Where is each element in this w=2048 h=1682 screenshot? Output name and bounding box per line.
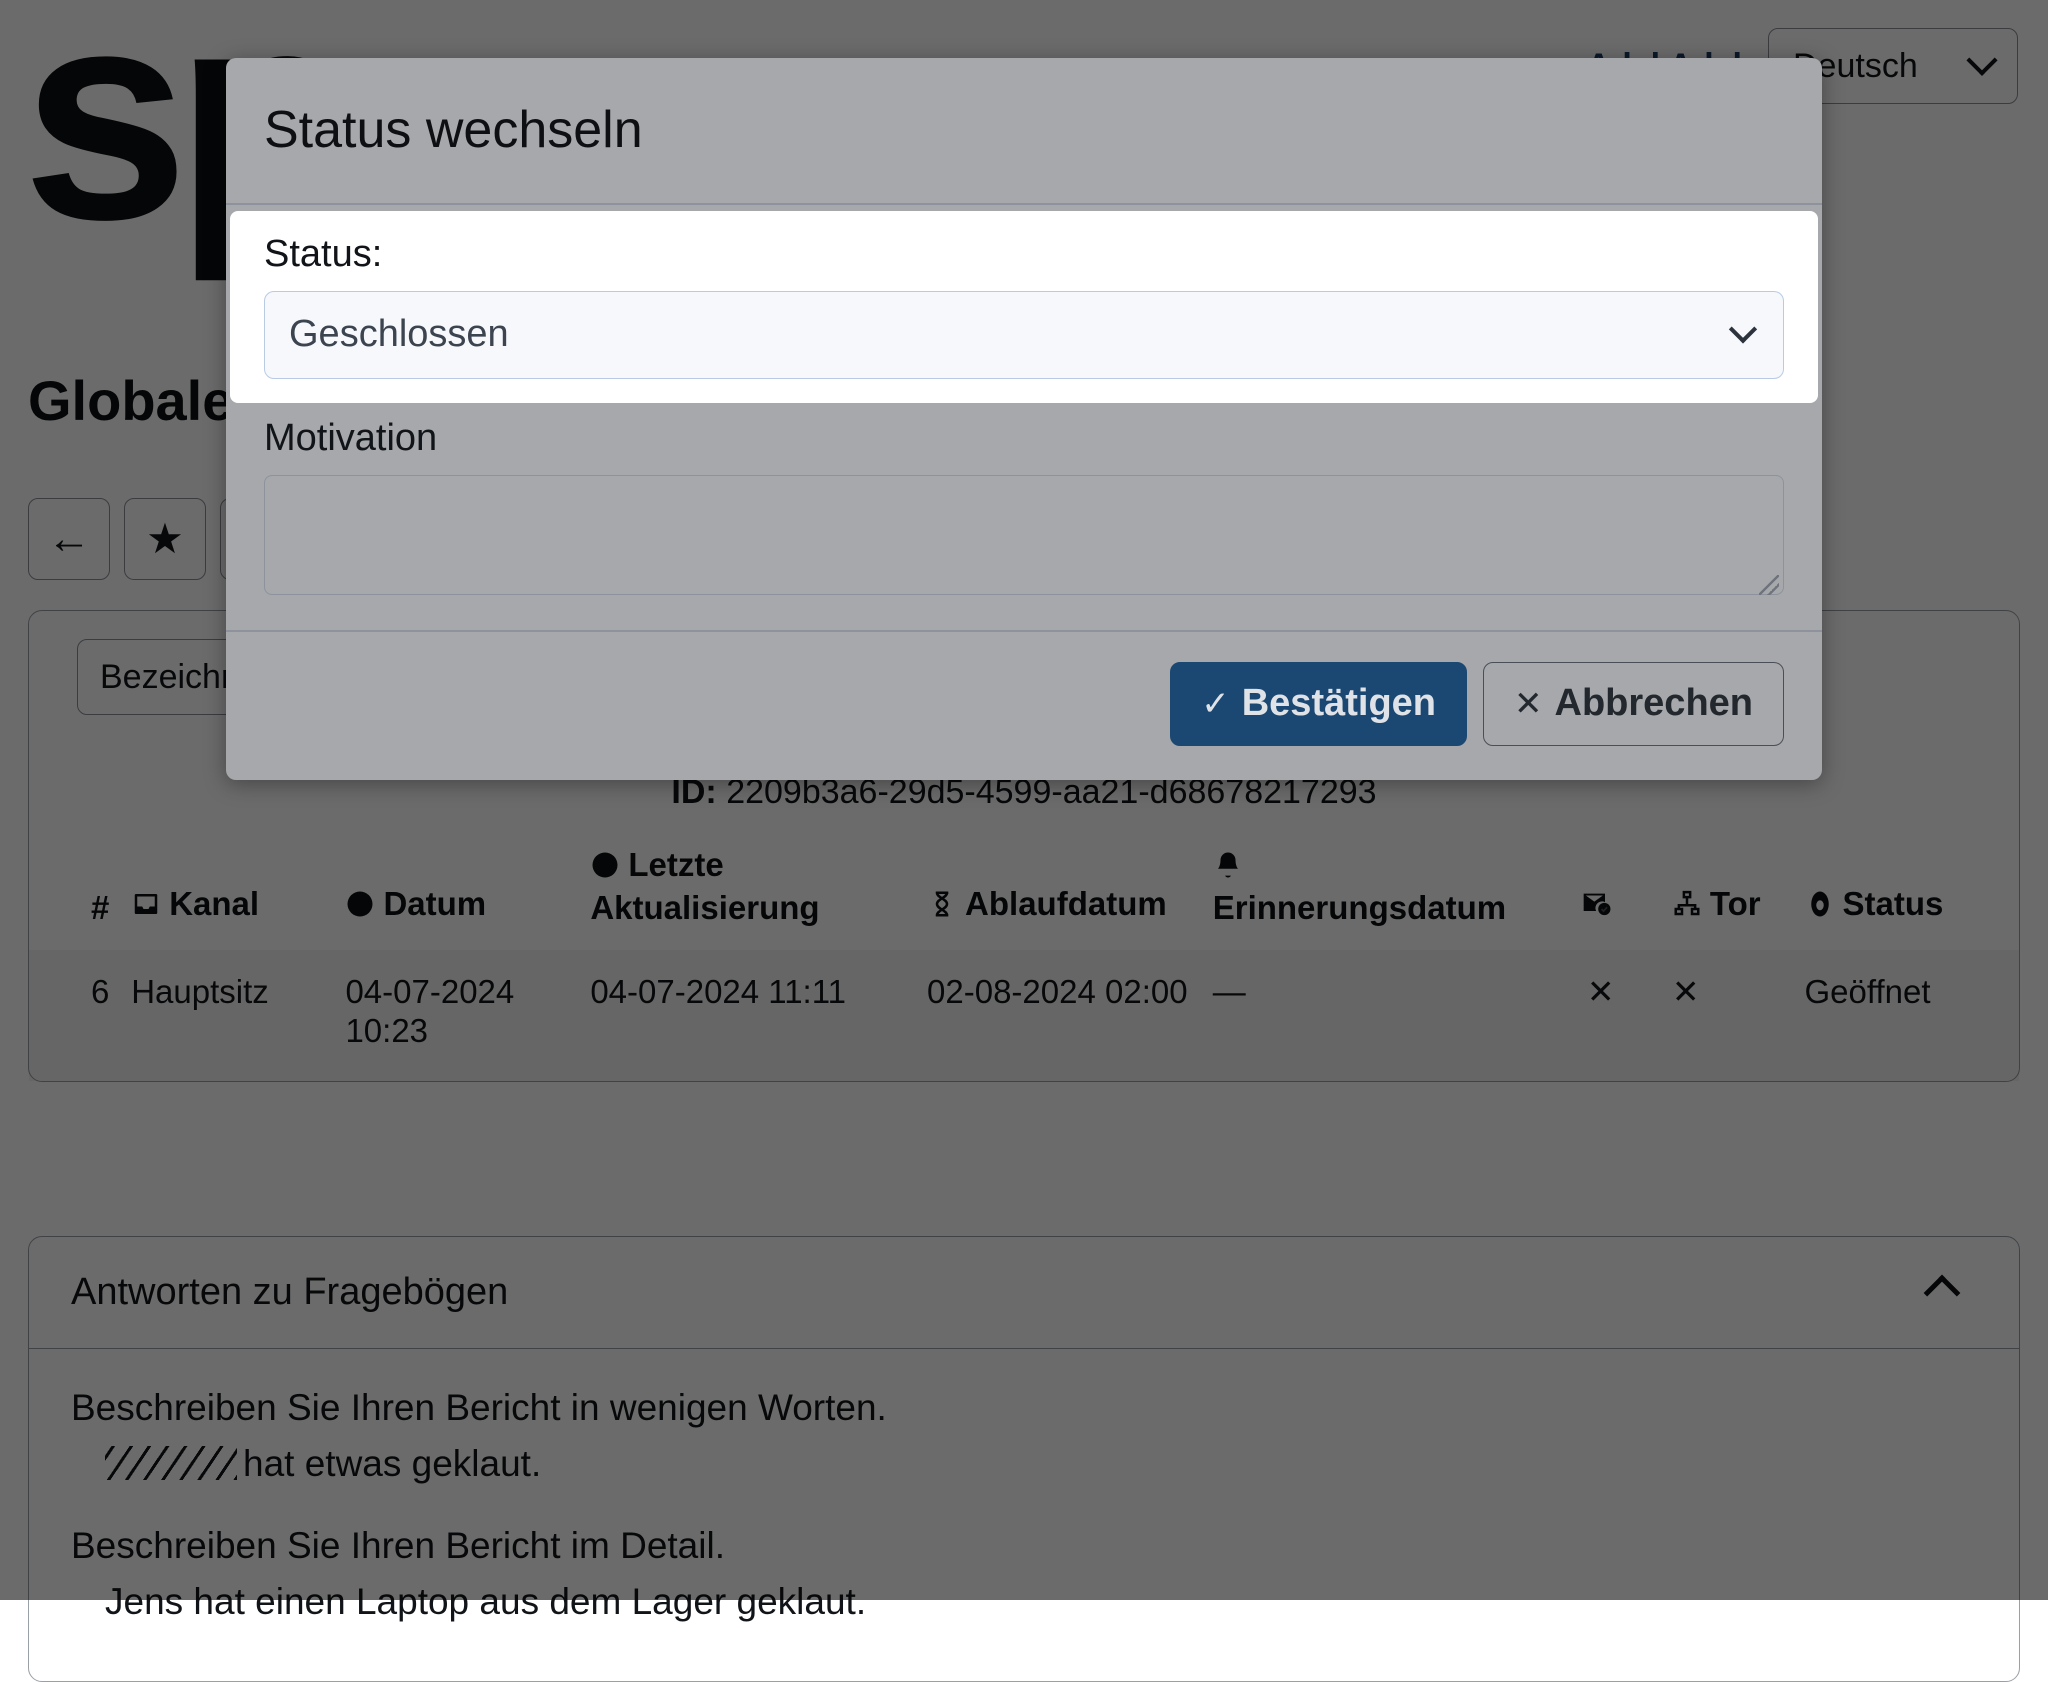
dialog-title: Status wechseln (264, 102, 1784, 159)
cancel-button[interactable]: ✕ Abbrechen (1483, 662, 1784, 746)
motivation-textarea-wrap (264, 475, 1784, 600)
dialog-footer: ✓ Bestätigen ✕ Abbrechen (226, 630, 1822, 780)
motivation-field-group: Motivation (264, 417, 1784, 600)
confirm-button[interactable]: ✓ Bestätigen (1170, 662, 1467, 746)
dialog-body: Status: Geschlossen Motivation (226, 205, 1822, 629)
motivation-field-label: Motivation (264, 417, 1784, 461)
check-icon: ✓ (1201, 687, 1230, 721)
status-field-group: Status: Geschlossen (230, 211, 1818, 403)
status-field-label: Status: (264, 233, 1784, 277)
dialog-header: Status wechseln (226, 58, 1822, 205)
status-select[interactable]: Geschlossen (264, 291, 1784, 379)
status-select-value: Geschlossen (289, 313, 509, 356)
status-change-dialog: Status wechseln Status: Geschlossen Moti… (226, 58, 1822, 780)
cancel-button-label: Abbrechen (1555, 682, 1753, 725)
chevron-down-icon (1729, 315, 1757, 343)
close-icon: ✕ (1514, 687, 1543, 721)
motivation-textarea[interactable] (264, 475, 1784, 595)
confirm-button-label: Bestätigen (1242, 682, 1436, 725)
